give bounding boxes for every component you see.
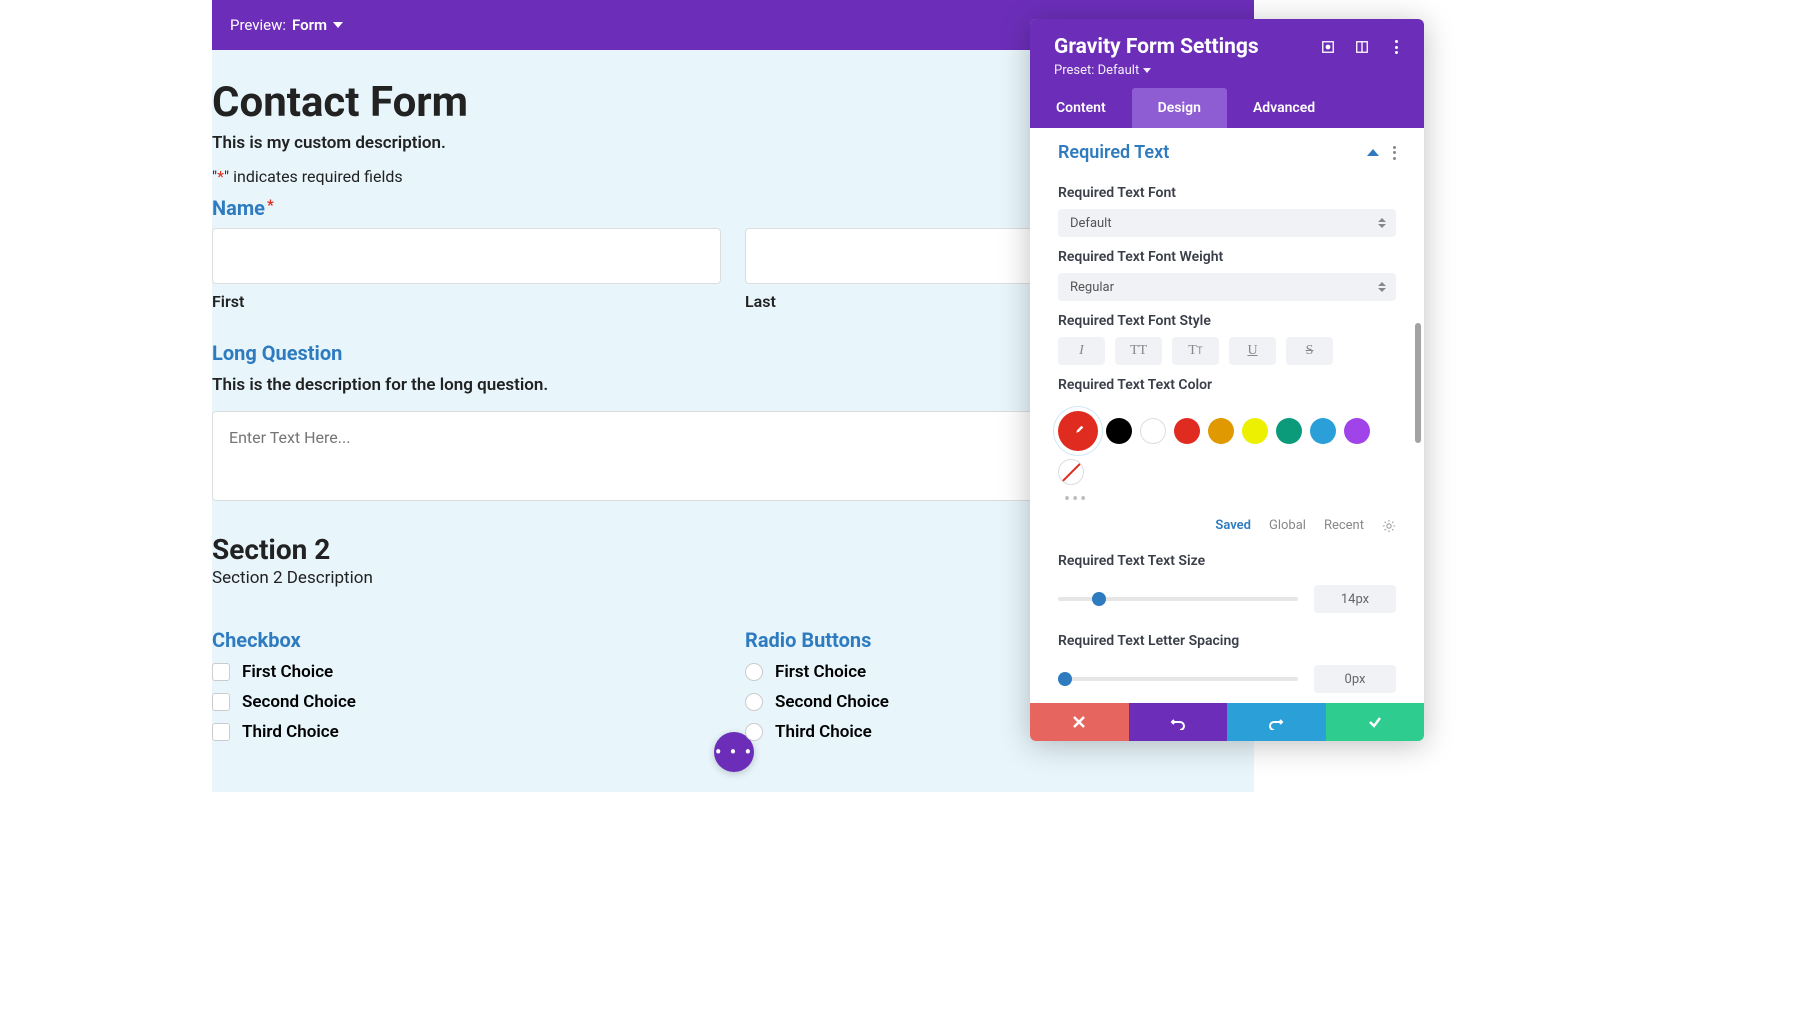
color-tab-recent[interactable]: Recent bbox=[1324, 518, 1364, 533]
checkbox-item[interactable]: First Choice bbox=[212, 662, 721, 682]
more-icon[interactable] bbox=[1388, 39, 1404, 55]
caret-down-icon bbox=[333, 22, 343, 28]
gear-icon[interactable] bbox=[1382, 519, 1396, 533]
panel-header: Gravity Form Settings Preset: Default bbox=[1030, 19, 1424, 88]
eyedropper-icon bbox=[1071, 424, 1085, 438]
sort-icon bbox=[1378, 218, 1386, 228]
color-swatch[interactable] bbox=[1174, 418, 1200, 444]
more-icon[interactable] bbox=[1393, 146, 1396, 160]
undo-icon bbox=[1170, 714, 1186, 730]
expand-icon[interactable] bbox=[1320, 39, 1336, 55]
size-value-input[interactable]: 14px bbox=[1314, 585, 1396, 613]
redo-button[interactable] bbox=[1227, 703, 1326, 741]
close-icon bbox=[1072, 715, 1086, 729]
underline-button[interactable]: U bbox=[1229, 337, 1276, 365]
spacing-slider[interactable] bbox=[1058, 677, 1298, 681]
undo-button[interactable] bbox=[1129, 703, 1228, 741]
save-button[interactable] bbox=[1326, 703, 1425, 741]
check-icon bbox=[1367, 714, 1383, 730]
checkbox-item[interactable]: Second Choice bbox=[212, 692, 721, 712]
checkbox-item[interactable]: Third Choice bbox=[212, 722, 721, 742]
color-swatch[interactable] bbox=[1310, 418, 1336, 444]
style-label: Required Text Font Style bbox=[1058, 313, 1396, 329]
tab-design[interactable]: Design bbox=[1132, 88, 1227, 128]
font-label: Required Text Font bbox=[1058, 185, 1396, 201]
sort-icon bbox=[1378, 282, 1386, 292]
spacing-label: Required Text Letter Spacing bbox=[1058, 633, 1396, 649]
scrollbar[interactable] bbox=[1415, 323, 1421, 443]
color-none-swatch[interactable] bbox=[1058, 459, 1084, 485]
color-label: Required Text Text Color bbox=[1058, 377, 1396, 393]
checkbox-icon bbox=[212, 663, 230, 681]
layout-icon[interactable] bbox=[1354, 39, 1370, 55]
caret-down-icon bbox=[1143, 68, 1151, 73]
spacing-value-input[interactable]: 0px bbox=[1314, 665, 1396, 693]
color-tab-global[interactable]: Global bbox=[1269, 518, 1306, 533]
cancel-button[interactable] bbox=[1030, 703, 1129, 741]
color-swatch[interactable] bbox=[1208, 418, 1234, 444]
more-dots-icon[interactable]: ••• bbox=[1064, 489, 1088, 510]
color-swatch[interactable] bbox=[1106, 418, 1132, 444]
weight-label: Required Text Font Weight bbox=[1058, 249, 1396, 265]
color-swatch[interactable] bbox=[1344, 418, 1370, 444]
first-name-input[interactable] bbox=[212, 228, 721, 284]
radio-icon bbox=[745, 693, 763, 711]
tab-advanced[interactable]: Advanced bbox=[1227, 88, 1341, 128]
group-heading[interactable]: Required Text bbox=[1058, 142, 1169, 163]
size-label: Required Text Text Size bbox=[1058, 553, 1396, 569]
color-swatch[interactable] bbox=[1276, 418, 1302, 444]
preview-label: Preview: bbox=[230, 16, 286, 34]
settings-panel: Gravity Form Settings Preset: Default Co… bbox=[1030, 19, 1424, 741]
preview-mode-dropdown[interactable]: Form bbox=[292, 16, 343, 34]
radio-icon bbox=[745, 723, 763, 741]
tab-content[interactable]: Content bbox=[1030, 88, 1132, 128]
checkbox-icon bbox=[212, 723, 230, 741]
font-select[interactable]: Default bbox=[1058, 209, 1396, 237]
preset-dropdown[interactable]: Preset: Default bbox=[1054, 63, 1259, 78]
smallcaps-button[interactable]: TT bbox=[1172, 337, 1219, 365]
color-swatch[interactable] bbox=[1242, 418, 1268, 444]
chevron-up-icon[interactable] bbox=[1367, 149, 1379, 156]
color-picker-button[interactable] bbox=[1058, 411, 1098, 451]
weight-select[interactable]: Regular bbox=[1058, 273, 1396, 301]
radio-icon bbox=[745, 663, 763, 681]
panel-title: Gravity Form Settings bbox=[1054, 35, 1259, 59]
checkbox-icon bbox=[212, 693, 230, 711]
size-slider[interactable] bbox=[1058, 597, 1298, 601]
checkbox-label: Checkbox bbox=[212, 628, 721, 652]
color-swatch[interactable] bbox=[1140, 418, 1166, 444]
settings-tabs: Content Design Advanced bbox=[1030, 88, 1424, 128]
first-sublabel: First bbox=[212, 292, 721, 311]
strikethrough-button[interactable]: S bbox=[1286, 337, 1333, 365]
color-tab-saved[interactable]: Saved bbox=[1215, 518, 1251, 533]
uppercase-button[interactable]: TT bbox=[1115, 337, 1162, 365]
redo-icon bbox=[1268, 714, 1284, 730]
italic-button[interactable]: I bbox=[1058, 337, 1105, 365]
